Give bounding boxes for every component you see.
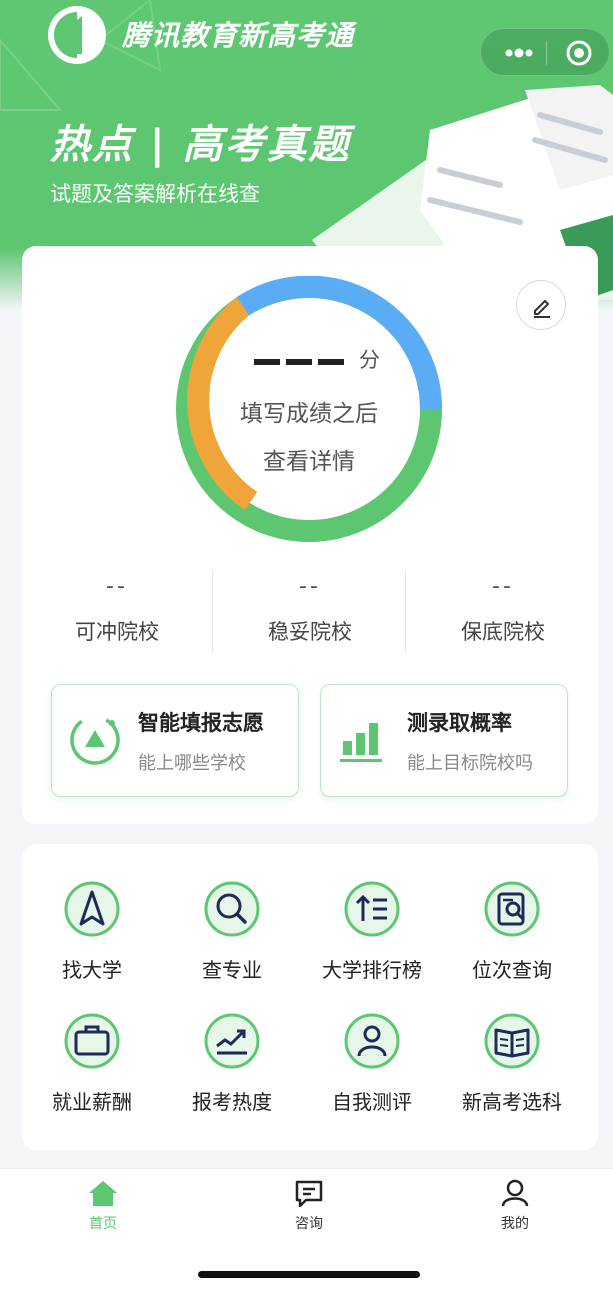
grid-item-label: 就业薪酬 xyxy=(52,1090,132,1114)
search-icon xyxy=(204,881,260,937)
grid-item-label: 位次查询 xyxy=(472,958,552,982)
stat-value: -- xyxy=(106,574,128,599)
stat-value: -- xyxy=(299,574,321,599)
chat-icon xyxy=(295,1180,323,1207)
stat-label: 保底院校 xyxy=(461,620,545,644)
ranking-list-icon xyxy=(344,881,400,937)
grid-item-self-assessment[interactable]: 自我测评 xyxy=(302,1012,442,1115)
trend-chart-icon xyxy=(204,1013,260,1069)
feature-subtitle: 能上目标院校吗 xyxy=(407,753,533,774)
home-indicator xyxy=(198,1271,420,1278)
app-logo xyxy=(48,6,106,64)
stat-fallback[interactable]: -- 保底院校 xyxy=(408,574,598,646)
smart-application-button[interactable]: 智能填报志愿 能上哪些学校 xyxy=(51,684,299,797)
stat-value: -- xyxy=(492,574,514,599)
score-prompt-line2: 查看详情 xyxy=(263,449,355,475)
stat-label: 可冲院校 xyxy=(75,620,159,644)
stat-safe[interactable]: -- 稳妥院校 xyxy=(215,574,405,646)
feature-title: 测录取概率 xyxy=(407,711,512,735)
grid-item-application-heat[interactable]: 报考热度 xyxy=(162,1012,302,1115)
tab-consult[interactable]: 咨询 xyxy=(249,1179,369,1233)
grid-item-employment-salary[interactable]: 就业薪酬 xyxy=(22,1012,162,1115)
feature-subtitle: 能上哪些学校 xyxy=(138,753,246,774)
close-target-icon[interactable] xyxy=(565,39,593,67)
grid-item-label: 大学排行榜 xyxy=(322,958,422,982)
person-icon xyxy=(344,1013,400,1069)
score-unit: 分 xyxy=(359,348,380,372)
bar-chart-icon xyxy=(340,723,382,762)
navigation-arrow-icon xyxy=(64,881,120,937)
pencil-icon xyxy=(534,300,550,318)
briefcase-icon xyxy=(64,1013,120,1069)
open-book-icon xyxy=(484,1013,540,1069)
grid-item-university-ranking[interactable]: 大学排行榜 xyxy=(302,880,442,983)
carousel-dots xyxy=(542,212,592,222)
tab-home[interactable]: 首页 xyxy=(43,1179,163,1233)
grid-item-subject-selection[interactable]: 新高考选科 xyxy=(442,1012,582,1115)
score-placeholder xyxy=(254,359,344,365)
grid-item-search-major[interactable]: 查专业 xyxy=(162,880,302,983)
banner-title: 热点 | 高考真题 xyxy=(50,122,351,168)
grid-item-label: 新高考选科 xyxy=(462,1090,562,1114)
home-icon xyxy=(89,1181,117,1206)
app-title: 腾讯教育新高考通 xyxy=(122,19,355,52)
grid-item-label: 找大学 xyxy=(62,958,122,982)
grid-item-rank-query[interactable]: 位次查询 xyxy=(442,880,582,983)
tab-label: 首页 xyxy=(89,1216,117,1232)
tab-label: 咨询 xyxy=(295,1216,323,1232)
document-search-icon xyxy=(484,881,540,937)
edit-score-button[interactable] xyxy=(516,280,566,330)
grid-item-label: 查专业 xyxy=(202,958,262,982)
mini-program-capsule[interactable] xyxy=(480,28,610,76)
user-icon xyxy=(501,1179,529,1207)
tab-label: 我的 xyxy=(501,1216,529,1232)
stat-label: 稳妥院校 xyxy=(268,620,352,644)
grid-item-find-university[interactable]: 找大学 xyxy=(22,880,162,983)
more-dots-icon[interactable] xyxy=(499,41,539,65)
triangle-gauge-icon xyxy=(70,715,120,765)
tools-grid-card: 找大学 查专业 大学排行榜 位次查询 就业薪酬 报考热度 自我测评 新高考选科 xyxy=(22,844,598,1150)
stat-reach[interactable]: -- 可冲院校 xyxy=(22,574,212,646)
grid-item-label: 自我测评 xyxy=(332,1090,412,1114)
score-card: 分 填写成绩之后 查看详情 -- 可冲院校 -- 稳妥院校 -- 保底院校 智能… xyxy=(22,246,598,824)
tab-mine[interactable]: 我的 xyxy=(455,1179,575,1233)
banner-subtitle: 试题及答案解析在线查 xyxy=(50,182,260,206)
grid-item-label: 报考热度 xyxy=(192,1090,272,1114)
admission-probability-button[interactable]: 测录取概率 能上目标院校吗 xyxy=(320,684,568,797)
feature-title: 智能填报志愿 xyxy=(138,711,264,735)
score-prompt-line1: 填写成绩之后 xyxy=(240,401,378,427)
